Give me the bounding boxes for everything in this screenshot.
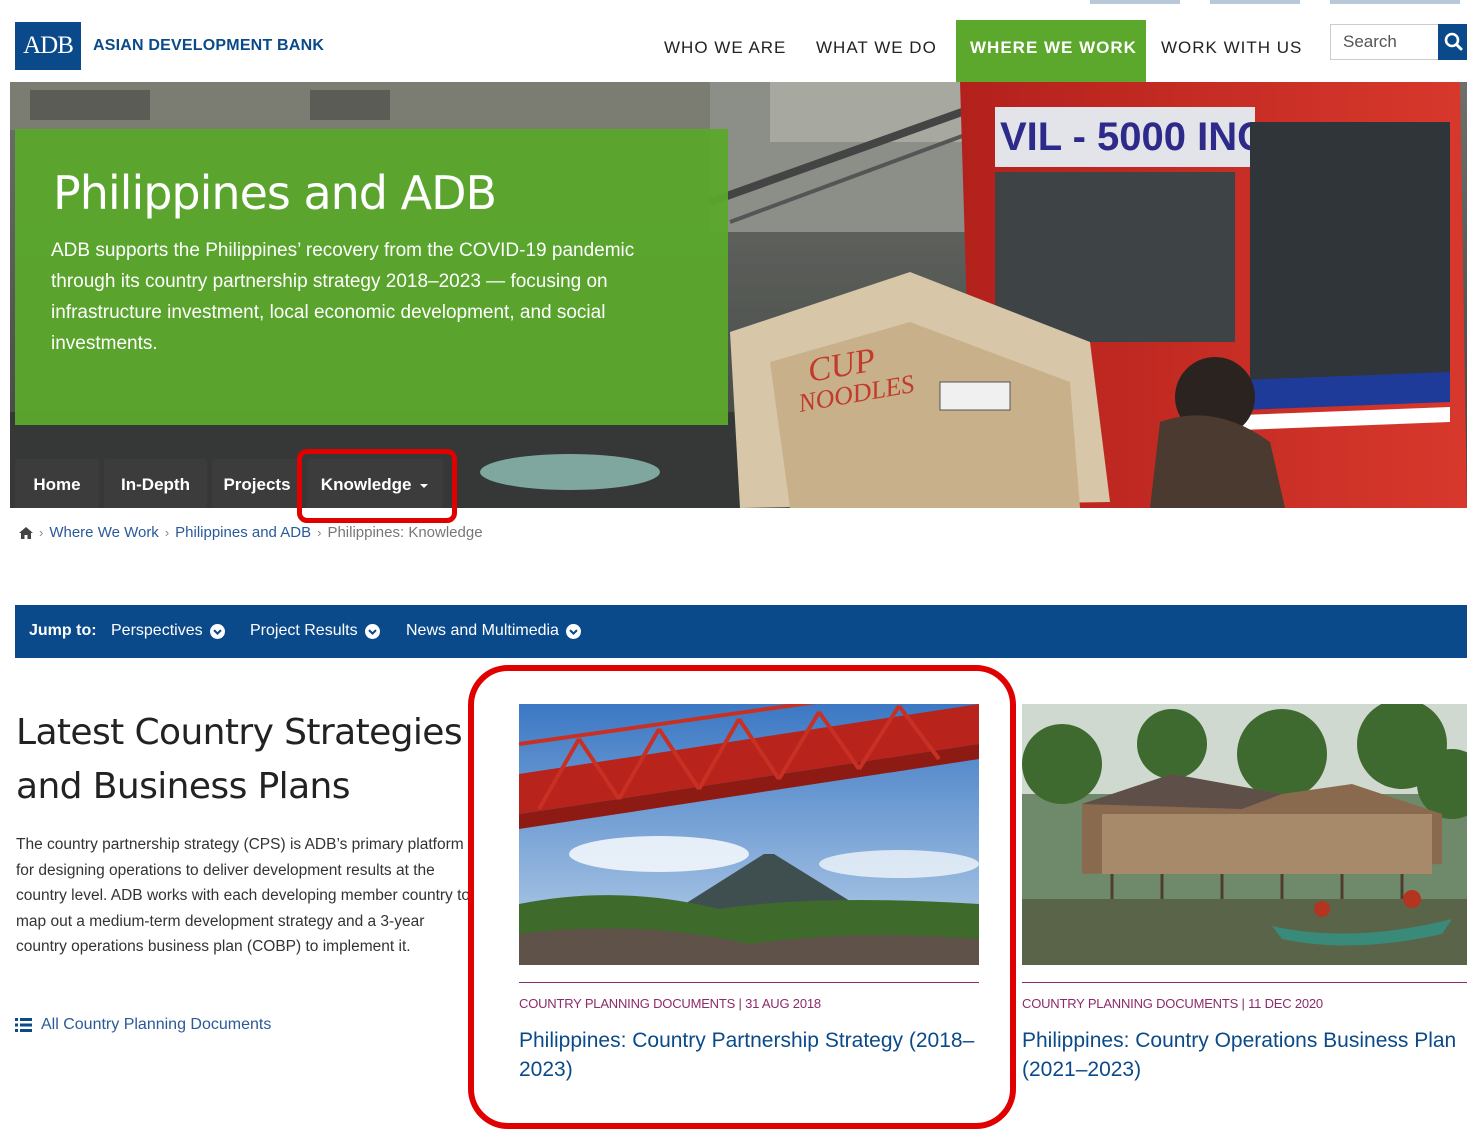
- main-nav: WHO WE ARE WHAT WE DO WHERE WE WORK WORK…: [0, 20, 1330, 82]
- jump-perspectives[interactable]: Perspectives: [111, 622, 225, 640]
- top-utility-link[interactable]: [1090, 0, 1180, 4]
- hero-banner: VIL - 5000 INC. CUP NOODLES Philippines …: [10, 82, 1467, 508]
- card-title-link[interactable]: Philippines: Country Operations Business…: [1022, 1026, 1462, 1084]
- breadcrumb: › Where We Work › Philippines and ADB › …: [19, 524, 483, 541]
- nav-work-with-us[interactable]: WORK WITH US: [1161, 20, 1302, 82]
- jump-to-bar: Jump to: Perspectives Project Results Ne…: [15, 605, 1467, 658]
- nav-who-we-are[interactable]: WHO WE ARE: [664, 20, 786, 82]
- card-meta: COUNTRY PLANNING DOCUMENTS | 31 AUG 2018: [519, 996, 821, 1011]
- hero-description: ADB supports the Philippines’ recovery f…: [51, 240, 635, 354]
- red-bridge-volcano-photo[interactable]: [519, 704, 979, 965]
- card-divider: [1022, 982, 1467, 983]
- svg-text:VIL - 5000 INC.: VIL - 5000 INC.: [1000, 115, 1277, 159]
- chevron-circle-down-icon: [209, 623, 225, 639]
- nav-what-we-do[interactable]: WHAT WE DO: [816, 20, 937, 82]
- chevron-circle-down-icon: [364, 623, 380, 639]
- section-title: Latest Country Strategies and Business P…: [16, 712, 463, 807]
- stilt-houses-river-photo[interactable]: [1022, 704, 1467, 965]
- jump-news-and-multimedia[interactable]: News and Multimedia: [406, 622, 581, 640]
- magnifier-icon: [1444, 32, 1463, 51]
- card-title-link[interactable]: Philippines: Country Partnership Strateg…: [519, 1026, 979, 1084]
- breadcrumb-where-we-work[interactable]: Where We Work: [49, 524, 158, 541]
- section-description: The country partnership strategy (CPS) i…: [16, 836, 471, 956]
- search-button[interactable]: [1438, 24, 1467, 60]
- jump-perspectives-label: Perspectives: [111, 622, 203, 639]
- breadcrumb-current: Philippines: Knowledge: [327, 524, 483, 541]
- tab-knowledge[interactable]: Knowledge: [307, 459, 443, 508]
- page-title: Philippines and ADB: [53, 166, 497, 220]
- site-header: ADB ASIAN DEVELOPMENT BANK WHO WE ARE WH…: [0, 0, 1467, 82]
- list-icon: [15, 1018, 32, 1032]
- tab-in-depth[interactable]: In-Depth: [104, 459, 207, 508]
- top-utility-link[interactable]: [1210, 0, 1300, 4]
- jump-to-label: Jump to:: [29, 622, 97, 639]
- card-divider: [519, 982, 979, 983]
- nav-where-we-work[interactable]: WHERE WE WORK: [956, 20, 1146, 82]
- breadcrumb-separator: ›: [39, 525, 44, 540]
- breadcrumb-separator: ›: [164, 525, 170, 540]
- top-utility-link[interactable]: [1330, 0, 1460, 4]
- home-icon[interactable]: [19, 526, 33, 539]
- chevron-circle-down-icon: [565, 623, 581, 639]
- jump-project-results-label: Project Results: [250, 622, 358, 639]
- all-docs-label: All Country Planning Documents: [41, 1016, 272, 1033]
- hero-card: Philippines and ADB ADB supports the Phi…: [15, 129, 728, 425]
- caret-down-icon: [420, 483, 429, 488]
- tab-knowledge-label: Knowledge: [320, 475, 412, 494]
- tab-home[interactable]: Home: [15, 459, 99, 508]
- jump-news-label: News and Multimedia: [406, 622, 559, 639]
- all-country-planning-documents-link[interactable]: All Country Planning Documents: [15, 1016, 271, 1034]
- breadcrumb-philippines-and-adb[interactable]: Philippines and ADB: [175, 524, 311, 541]
- breadcrumb-separator: ›: [317, 525, 322, 540]
- search-input[interactable]: [1330, 24, 1438, 60]
- tab-projects[interactable]: Projects: [212, 459, 302, 508]
- jump-project-results[interactable]: Project Results: [250, 622, 380, 640]
- card-meta: COUNTRY PLANNING DOCUMENTS | 11 DEC 2020: [1022, 996, 1323, 1011]
